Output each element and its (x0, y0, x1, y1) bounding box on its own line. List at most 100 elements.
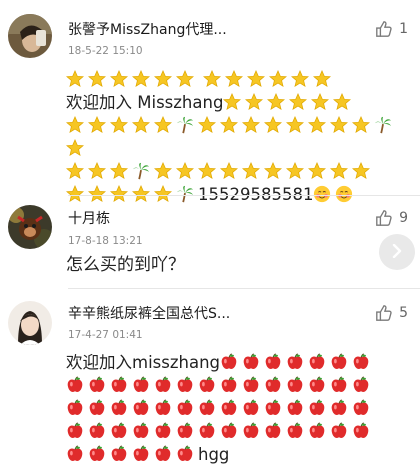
star-emoji-icon (245, 93, 264, 111)
star-emoji-icon (242, 116, 260, 134)
avatar[interactable] (8, 301, 52, 345)
comment-1: 张謦予MissZhang代理... 18-5-22 15:10 1 欢迎加入 M… (0, 0, 420, 204)
apple-emoji-icon (88, 376, 106, 394)
like-button[interactable]: 9 (375, 209, 408, 227)
star-emoji-icon (223, 93, 242, 111)
star-emoji-icon (311, 93, 330, 111)
apple-emoji-icon (308, 353, 326, 371)
apple-emoji-icon (132, 399, 150, 417)
star-emoji-icon (225, 70, 244, 88)
star-emoji-icon (176, 70, 194, 88)
apple-emoji-icon (198, 422, 216, 440)
apple-emoji-icon (242, 399, 260, 417)
palm-emoji-icon (374, 116, 392, 134)
apple-emoji-icon (264, 376, 282, 394)
thumbs-up-icon (375, 209, 393, 227)
star-emoji-icon (176, 162, 194, 180)
star-emoji-icon (66, 116, 84, 134)
apple-emoji-icon (66, 422, 84, 440)
apple-emoji-icon (198, 376, 216, 394)
star-emoji-icon (247, 70, 266, 88)
username[interactable]: 张謦予MissZhang代理... (68, 19, 227, 39)
timestamp: 18-5-22 15:10 (68, 45, 143, 57)
star-emoji-icon (308, 116, 326, 134)
star-emoji-icon (88, 116, 106, 134)
comment-text: 欢迎加入 Misszhang 15529585581 (66, 68, 416, 206)
star-emoji-icon (66, 162, 84, 180)
star-emoji-icon (313, 70, 332, 88)
apple-emoji-icon (220, 399, 238, 417)
apple-emoji-icon (330, 353, 348, 371)
apple-emoji-icon (110, 422, 128, 440)
comment-text-segment: 欢迎加入 Misszhang (66, 93, 224, 112)
star-emoji-icon (333, 93, 352, 111)
like-count: 9 (399, 210, 408, 226)
apple-emoji-icon (220, 376, 238, 394)
star-emoji-icon (291, 70, 310, 88)
like-button[interactable]: 5 (375, 304, 408, 322)
star-emoji-icon (88, 70, 106, 88)
palm-emoji-icon (132, 162, 150, 180)
username[interactable]: 十月栋 (68, 208, 110, 228)
apple-emoji-icon (154, 422, 172, 440)
apple-emoji-icon (88, 445, 106, 463)
apple-emoji-icon (176, 399, 194, 417)
star-emoji-icon (203, 70, 222, 88)
star-emoji-icon (110, 116, 128, 134)
apple-emoji-icon (308, 376, 326, 394)
avatar[interactable] (8, 14, 52, 58)
star-emoji-icon (352, 162, 370, 180)
star-emoji-icon (289, 93, 308, 111)
palm-emoji-icon (176, 116, 194, 134)
apple-emoji-icon (88, 422, 106, 440)
star-emoji-icon (286, 162, 304, 180)
timestamp: 17-4-27 01:41 (68, 329, 143, 341)
apple-emoji-icon (352, 422, 370, 440)
apple-emoji-icon (220, 353, 238, 371)
apple-emoji-icon (330, 422, 348, 440)
star-emoji-icon (66, 70, 84, 88)
apple-emoji-icon (352, 376, 370, 394)
apple-emoji-icon (286, 376, 304, 394)
apple-emoji-icon (66, 445, 84, 463)
like-button[interactable]: 1 (375, 20, 408, 38)
apple-emoji-icon (154, 399, 172, 417)
chevron-right-icon (391, 243, 403, 262)
comment-2: 十月栋 17-8-18 13:21 9 怎么买的到吖？ (0, 196, 420, 291)
star-emoji-icon (132, 70, 150, 88)
apple-emoji-icon (352, 353, 370, 371)
apple-emoji-icon (110, 399, 128, 417)
star-emoji-icon (88, 162, 106, 180)
comment-text-segment: hgg (198, 445, 230, 464)
apple-emoji-icon (264, 399, 282, 417)
apple-emoji-icon (176, 376, 194, 394)
star-emoji-icon (154, 162, 172, 180)
apple-emoji-icon (352, 399, 370, 417)
thumbs-up-icon (375, 304, 393, 322)
avatar[interactable] (8, 205, 52, 249)
star-emoji-icon (264, 162, 282, 180)
apple-emoji-icon (286, 422, 304, 440)
star-emoji-icon (110, 162, 128, 180)
apple-emoji-icon (110, 445, 128, 463)
star-emoji-icon (242, 162, 260, 180)
apple-emoji-icon (264, 353, 282, 371)
comment-text: 欢迎加入misszhang hgg (66, 351, 416, 466)
apple-emoji-icon (286, 399, 304, 417)
apple-emoji-icon (66, 376, 84, 394)
apple-emoji-icon (132, 445, 150, 463)
apple-emoji-icon (330, 376, 348, 394)
username[interactable]: 辛辛熊纸尿裤全国总代S... (68, 303, 230, 323)
apple-emoji-icon (154, 376, 172, 394)
apple-emoji-icon (330, 399, 348, 417)
scroll-right-button[interactable] (379, 234, 415, 270)
timestamp: 17-8-18 13:21 (68, 235, 143, 247)
apple-emoji-icon (154, 445, 172, 463)
apple-emoji-icon (220, 422, 238, 440)
star-emoji-icon (154, 116, 172, 134)
apple-emoji-icon (286, 353, 304, 371)
apple-emoji-icon (88, 399, 106, 417)
apple-emoji-icon (264, 422, 282, 440)
comment-3: 辛辛熊纸尿裤全国总代S... 17-4-27 01:41 5 欢迎加入missz… (0, 289, 420, 473)
star-emoji-icon (220, 116, 238, 134)
